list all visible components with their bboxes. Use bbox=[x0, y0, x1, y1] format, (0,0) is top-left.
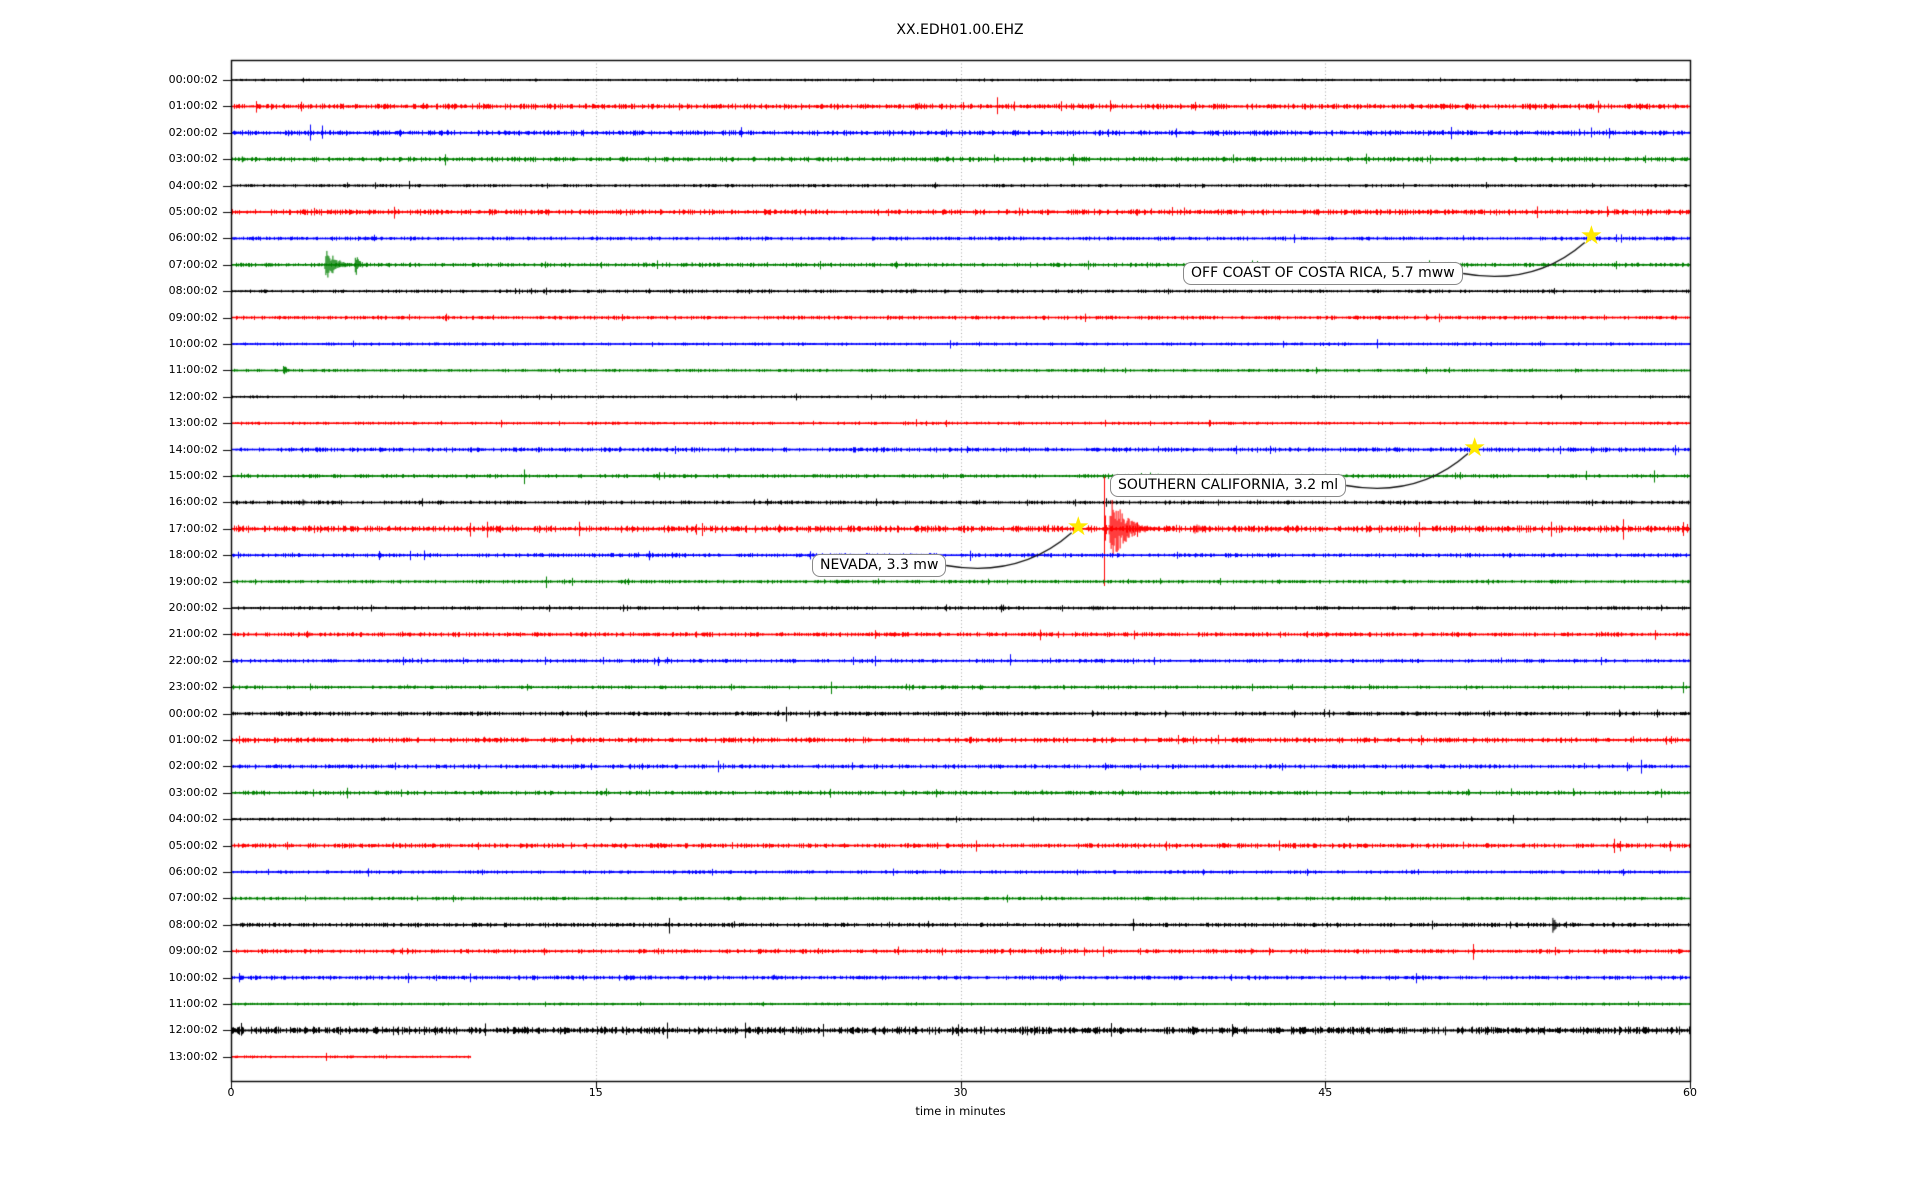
row-time-label: 14:00:02 bbox=[168, 442, 218, 456]
row-time-label: 17:00:02 bbox=[168, 521, 218, 535]
row-time-label: 07:00:02 bbox=[168, 891, 218, 905]
row-time-label: 08:00:02 bbox=[168, 917, 218, 931]
annotation-off-coast-costa-rica: OFF COAST OF COSTA RICA, 5.7 mww bbox=[1183, 262, 1463, 285]
event-star-icon bbox=[1463, 435, 1486, 461]
row-time-label: 23:00:02 bbox=[168, 680, 218, 694]
row-time-label: 05:00:02 bbox=[168, 205, 218, 218]
row-time-label: 11:00:02 bbox=[168, 363, 218, 377]
row-time-label: 09:00:02 bbox=[168, 944, 218, 958]
x-tick-label: 0 bbox=[227, 1086, 235, 1099]
row-time-label: 13:00:02 bbox=[168, 416, 218, 430]
row-time-label: 06:00:02 bbox=[168, 865, 218, 878]
row-time-label: 11:00:02 bbox=[168, 997, 218, 1010]
helicorder-figure: XX.EDH01.00.EHZ 00:00:02 01:00:02 02:00:02… bbox=[0, 0, 1920, 1200]
row-time-label: 22:00:02 bbox=[168, 653, 218, 667]
row-time-label: 02:00:02 bbox=[168, 125, 218, 139]
row-time-label: 06:00:02 bbox=[168, 231, 218, 245]
annotation-southern-california: SOUTHERN CALIFORNIA, 3.2 ml bbox=[1110, 474, 1347, 497]
row-time-label: 09:00:02 bbox=[168, 310, 218, 324]
row-time-label: 04:00:02 bbox=[168, 812, 218, 826]
seismogram-canvas bbox=[0, 0, 1920, 1200]
row-time-label: 19:00:02 bbox=[168, 574, 218, 588]
row-time-label: 03:00:02 bbox=[168, 785, 218, 799]
row-time-label: 00:00:02 bbox=[168, 706, 218, 720]
row-time-label: 03:00:02 bbox=[168, 152, 218, 166]
row-time-label: 00:00:02 bbox=[168, 73, 218, 86]
row-time-label: 02:00:02 bbox=[168, 759, 218, 773]
row-time-label: 10:00:02 bbox=[168, 970, 218, 984]
row-time-label: 04:00:02 bbox=[168, 178, 218, 192]
row-time-label: 12:00:02 bbox=[168, 389, 218, 403]
x-tick-label: 60 bbox=[1683, 1086, 1697, 1099]
row-time-label: 07:00:02 bbox=[168, 257, 218, 271]
row-time-label: 18:00:02 bbox=[168, 548, 218, 562]
row-time-label: 13:00:02 bbox=[168, 1049, 218, 1063]
row-time-label: 01:00:02 bbox=[168, 733, 218, 746]
row-time-label: 21:00:02 bbox=[168, 627, 218, 641]
row-time-label: 20:00:02 bbox=[168, 601, 218, 614]
event-star-icon bbox=[1580, 223, 1603, 249]
chart-title: XX.EDH01.00.EHZ bbox=[896, 22, 1024, 38]
row-time-label: 12:00:02 bbox=[168, 1023, 218, 1037]
x-tick-label: 45 bbox=[1318, 1086, 1333, 1099]
row-time-label: 16:00:02 bbox=[168, 495, 218, 509]
x-axis-label: time in minutes bbox=[915, 1104, 1006, 1118]
row-time-label: 05:00:02 bbox=[168, 838, 218, 852]
row-time-label: 10:00:02 bbox=[168, 337, 218, 350]
event-star-icon bbox=[1067, 514, 1090, 540]
annotation-nevada: NEVADA, 3.3 mw bbox=[812, 554, 947, 577]
x-tick-label: 30 bbox=[953, 1086, 968, 1099]
row-time-label: 01:00:02 bbox=[168, 99, 218, 113]
x-tick-label: 15 bbox=[588, 1086, 603, 1099]
row-time-label: 08:00:02 bbox=[168, 284, 218, 298]
row-time-label: 15:00:02 bbox=[168, 469, 218, 482]
